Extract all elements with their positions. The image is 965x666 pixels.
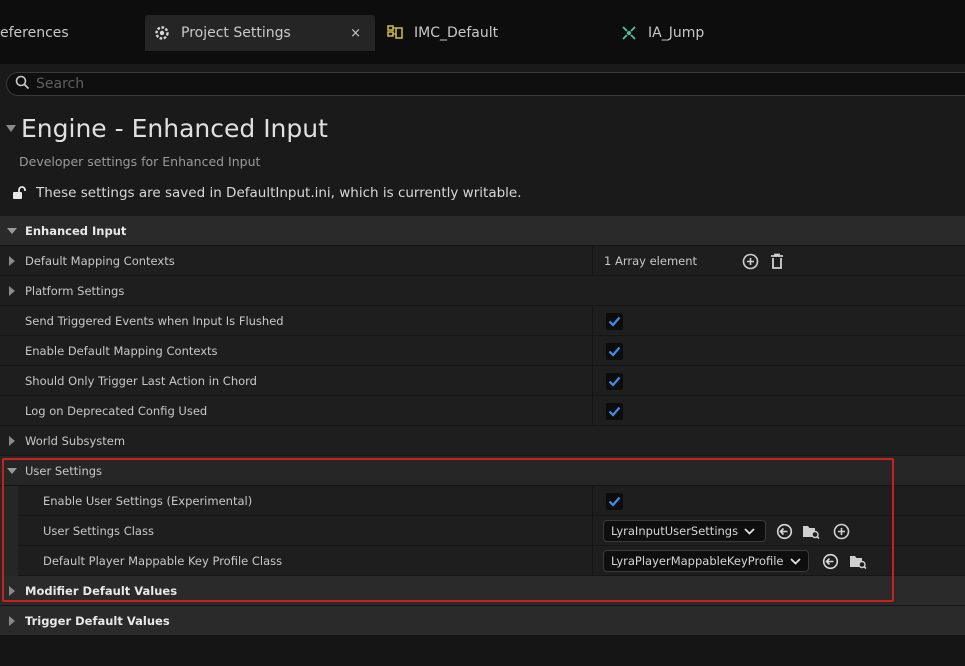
page-title: Engine - Enhanced Input (21, 114, 328, 143)
column-splitter[interactable] (592, 516, 593, 546)
expand-right-icon[interactable] (9, 586, 15, 596)
expand-down-icon[interactable] (7, 228, 17, 234)
tab-label: IMC_Default (414, 25, 499, 41)
property-label: Enable User Settings (Experimental) (43, 494, 253, 508)
row-should-only-trigger-last-action: Should Only Trigger Last Action in Chord (0, 366, 965, 396)
column-splitter[interactable] (592, 396, 593, 426)
row-enable-user-settings: Enable User Settings (Experimental) (0, 486, 965, 516)
checkbox-enable-default-mapping-contexts[interactable] (606, 343, 623, 360)
property-label: Default Mapping Contexts (25, 254, 175, 268)
collapse-caret-icon[interactable] (6, 125, 16, 132)
chevron-down-icon (744, 527, 755, 535)
column-splitter[interactable] (592, 546, 593, 576)
search-input[interactable] (36, 76, 936, 92)
row-user-settings[interactable]: User Settings (0, 456, 965, 486)
category-enhanced-input[interactable]: Enhanced Input (0, 216, 965, 246)
property-label: Enable Default Mapping Contexts (25, 344, 218, 358)
tab-bar: eferences Project Settings × IMC_Default… (0, 0, 965, 64)
user-settings-class-dropdown[interactable]: LyraInputUserSettings (603, 520, 766, 542)
expand-right-icon[interactable] (9, 256, 15, 266)
property-label: User Settings Class (43, 524, 154, 538)
notice-text: These settings are saved in DefaultInput… (36, 185, 522, 201)
property-label: Send Triggered Events when Input Is Flus… (25, 314, 284, 328)
chevron-down-icon (789, 557, 801, 565)
category-label: Modifier Default Values (25, 584, 178, 598)
use-selected-asset-icon[interactable] (775, 522, 793, 540)
search-icon (15, 75, 30, 94)
row-enable-default-mapping-contexts: Enable Default Mapping Contexts (0, 336, 965, 366)
page-subtitle: Developer settings for Enhanced Input (19, 154, 261, 169)
array-count: 1 Array element (604, 254, 698, 268)
indent-bar (0, 546, 18, 576)
add-element-icon[interactable] (741, 252, 759, 270)
expand-right-icon[interactable] (9, 616, 15, 626)
delete-all-icon[interactable] (768, 252, 786, 270)
indent-bar (0, 516, 18, 546)
dropdown-value: LyraPlayerMappableKeyProfile (611, 554, 784, 568)
search-bar (0, 64, 965, 104)
tab-ia-jump[interactable]: IA_Jump (620, 15, 820, 51)
expand-down-icon[interactable] (7, 468, 17, 474)
input-action-icon (620, 24, 638, 42)
tab-imc-default[interactable]: IMC_Default (386, 15, 586, 51)
column-splitter[interactable] (592, 306, 593, 336)
indent-bar (0, 486, 18, 516)
property-label: World Subsystem (25, 434, 126, 448)
column-splitter[interactable] (592, 336, 593, 366)
unlocked-icon (12, 186, 28, 200)
config-notice: These settings are saved in DefaultInput… (12, 185, 522, 201)
checkbox-send-triggered-events[interactable] (606, 313, 623, 330)
tab-label: eferences (0, 25, 69, 41)
search-box[interactable] (6, 72, 965, 96)
checkbox-log-on-deprecated[interactable] (606, 403, 623, 420)
row-default-player-key-profile: Default Player Mappable Key Profile Clas… (0, 546, 965, 576)
property-label: User Settings (25, 464, 103, 478)
create-new-asset-icon[interactable] (832, 522, 850, 540)
category-modifier-default-values[interactable]: Modifier Default Values (0, 576, 965, 606)
input-mapping-context-icon (386, 24, 404, 42)
expand-right-icon[interactable] (9, 286, 15, 296)
checkbox-enable-user-settings[interactable] (606, 493, 623, 510)
column-splitter[interactable] (592, 246, 593, 276)
row-send-triggered-events: Send Triggered Events when Input Is Flus… (0, 306, 965, 336)
column-splitter[interactable] (592, 366, 593, 396)
category-label: Trigger Default Values (25, 614, 170, 628)
row-platform-settings[interactable]: Platform Settings (0, 276, 965, 306)
tab-label: IA_Jump (648, 25, 705, 41)
expand-right-icon[interactable] (9, 436, 15, 446)
close-tab-icon[interactable]: × (350, 26, 361, 41)
dropdown-value: LyraInputUserSettings (611, 524, 739, 538)
tab-project-settings[interactable]: Project Settings × (145, 15, 375, 51)
row-default-mapping-contexts[interactable]: Default Mapping Contexts 1 Array element (0, 246, 965, 276)
browse-asset-icon[interactable] (802, 522, 820, 540)
tab-references[interactable]: eferences (0, 15, 140, 51)
property-label: Log on Deprecated Config Used (25, 404, 208, 418)
use-selected-asset-icon[interactable] (821, 552, 839, 570)
category-trigger-default-values[interactable]: Trigger Default Values (0, 606, 965, 636)
property-label: Should Only Trigger Last Action in Chord (25, 374, 257, 388)
row-user-settings-class: User Settings Class LyraInputUserSetting… (0, 516, 965, 546)
settings-header: Engine - Enhanced Input Developer settin… (0, 104, 965, 216)
checkbox-should-only-trigger-last-action[interactable] (606, 373, 623, 390)
row-log-on-deprecated: Log on Deprecated Config Used (0, 396, 965, 426)
section-title-row[interactable]: Engine - Enhanced Input (6, 114, 328, 143)
tab-label: Project Settings (181, 25, 291, 41)
property-label: Platform Settings (25, 284, 125, 298)
settings-gear-icon (153, 24, 171, 42)
browse-asset-icon[interactable] (849, 552, 867, 570)
row-world-subsystem[interactable]: World Subsystem (0, 426, 965, 456)
column-splitter[interactable] (592, 486, 593, 516)
category-label: Enhanced Input (25, 224, 127, 238)
key-profile-class-dropdown[interactable]: LyraPlayerMappableKeyProfile (603, 550, 809, 572)
property-label: Default Player Mappable Key Profile Clas… (43, 554, 283, 568)
